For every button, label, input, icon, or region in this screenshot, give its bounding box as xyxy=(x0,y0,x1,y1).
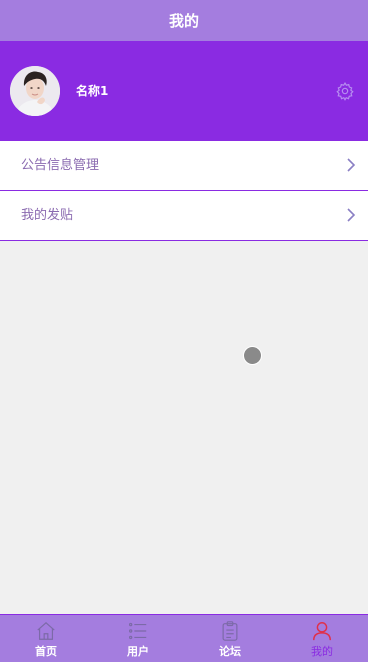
chevron-right-icon xyxy=(347,208,356,222)
person-avatar-icon xyxy=(10,66,60,116)
page: 我的 名称1 公告信息管理 我的发贴 首页 用户 论坛 我的 xyxy=(0,0,368,662)
tab-label: 论坛 xyxy=(219,645,241,658)
menu-item-my-posts[interactable]: 我的发贴 xyxy=(0,191,368,241)
tab-forum[interactable]: 论坛 xyxy=(184,615,276,662)
floating-dot[interactable] xyxy=(243,346,262,365)
page-header: 我的 xyxy=(0,0,368,41)
tab-home[interactable]: 首页 xyxy=(0,615,92,662)
list-icon xyxy=(128,622,147,640)
tab-mine[interactable]: 我的 xyxy=(276,615,368,662)
tab-users[interactable]: 用户 xyxy=(92,615,184,662)
chevron-right-icon xyxy=(347,158,356,172)
profile-banner: 名称1 xyxy=(0,41,368,141)
bottom-tab-bar: 首页 用户 论坛 我的 xyxy=(0,614,368,662)
clipboard-icon xyxy=(222,621,238,641)
page-title: 我的 xyxy=(168,12,199,30)
user-icon xyxy=(313,622,331,641)
tab-label: 用户 xyxy=(127,645,149,658)
menu-item-label: 我的发贴 xyxy=(21,208,74,223)
avatar[interactable] xyxy=(10,66,60,116)
username: 名称1 xyxy=(76,84,109,98)
home-icon xyxy=(37,621,55,640)
gear-icon[interactable] xyxy=(335,81,355,101)
tab-label: 我的 xyxy=(311,645,333,658)
menu-item-announcement-management[interactable]: 公告信息管理 xyxy=(0,141,368,191)
tab-label: 首页 xyxy=(35,645,57,658)
menu-item-label: 公告信息管理 xyxy=(21,158,100,173)
